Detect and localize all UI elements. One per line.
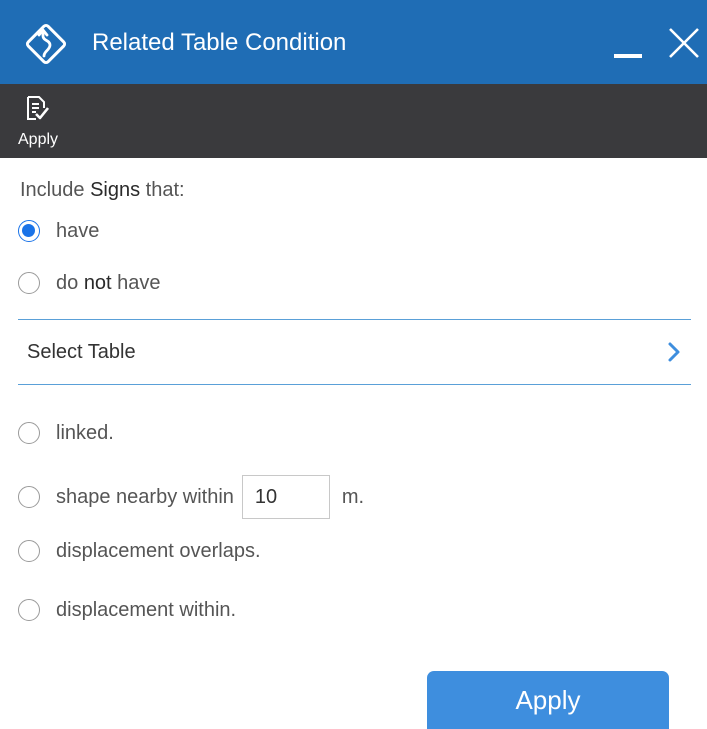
distance-unit: m. (341, 485, 365, 508)
radio-linked[interactable]: linked. (18, 418, 114, 448)
radio-shape-nearby-button[interactable] (18, 486, 40, 508)
select-table-label: Select Table (27, 341, 136, 363)
radio-shape-nearby-label: shape nearby within (56, 486, 234, 508)
radio-displacement-within-button[interactable] (18, 599, 40, 621)
toolbar-apply-label: Apply (18, 131, 59, 148)
toolbar: Apply (0, 84, 707, 158)
radio-displacement-within-label: displacement within. (56, 599, 237, 621)
close-icon (669, 28, 699, 58)
radio-linked-label: linked. (56, 422, 114, 444)
divider-top (18, 319, 691, 320)
distance-input[interactable] (241, 475, 330, 519)
radio-do-not-have-label: do not have (56, 270, 161, 296)
radio-have[interactable]: have (18, 216, 99, 246)
chevron-right-icon (668, 342, 680, 362)
radio-do-not-have-prefix: do (56, 272, 84, 294)
radio-have-label: have (56, 218, 99, 244)
minimize-button[interactable] (606, 18, 650, 68)
radio-have-text: have (56, 220, 100, 242)
heading-layer-name: Signs (90, 179, 141, 201)
radio-displacement-overlaps-label: displacement overlaps. (56, 540, 261, 562)
include-heading: Include Signs that: (20, 177, 185, 203)
radio-do-not-have-button[interactable] (18, 272, 40, 294)
road-sign-logo-icon (25, 23, 67, 65)
minimize-icon (614, 54, 642, 58)
divider-bottom (18, 384, 691, 385)
radio-shape-nearby[interactable]: shape nearby within m. (18, 475, 364, 519)
radio-do-not-have-suffix: have (111, 272, 161, 294)
radio-do-not-have[interactable]: do not have (18, 268, 161, 298)
close-button[interactable] (664, 20, 704, 66)
radio-have-button[interactable] (18, 220, 40, 242)
heading-suffix: that: (140, 179, 185, 201)
related-table-condition-window: Related Table Condition Apply Include Si… (0, 0, 707, 729)
window-title: Related Table Condition (92, 29, 347, 56)
select-table-row[interactable]: Select Table (18, 321, 691, 383)
radio-linked-button[interactable] (18, 422, 40, 444)
title-bar: Related Table Condition (0, 0, 707, 84)
apply-document-icon (27, 96, 49, 120)
radio-displacement-overlaps[interactable]: displacement overlaps. (18, 536, 261, 566)
radio-do-not-have-strong: not (83, 272, 112, 294)
toolbar-apply-button[interactable]: Apply (6, 88, 82, 154)
radio-displacement-overlaps-button[interactable] (18, 540, 40, 562)
apply-button[interactable]: Apply (427, 671, 669, 729)
radio-displacement-within[interactable]: displacement within. (18, 595, 236, 625)
heading-prefix: Include (20, 179, 91, 201)
condition-form: Include Signs that: have do not have Sel… (0, 158, 707, 729)
